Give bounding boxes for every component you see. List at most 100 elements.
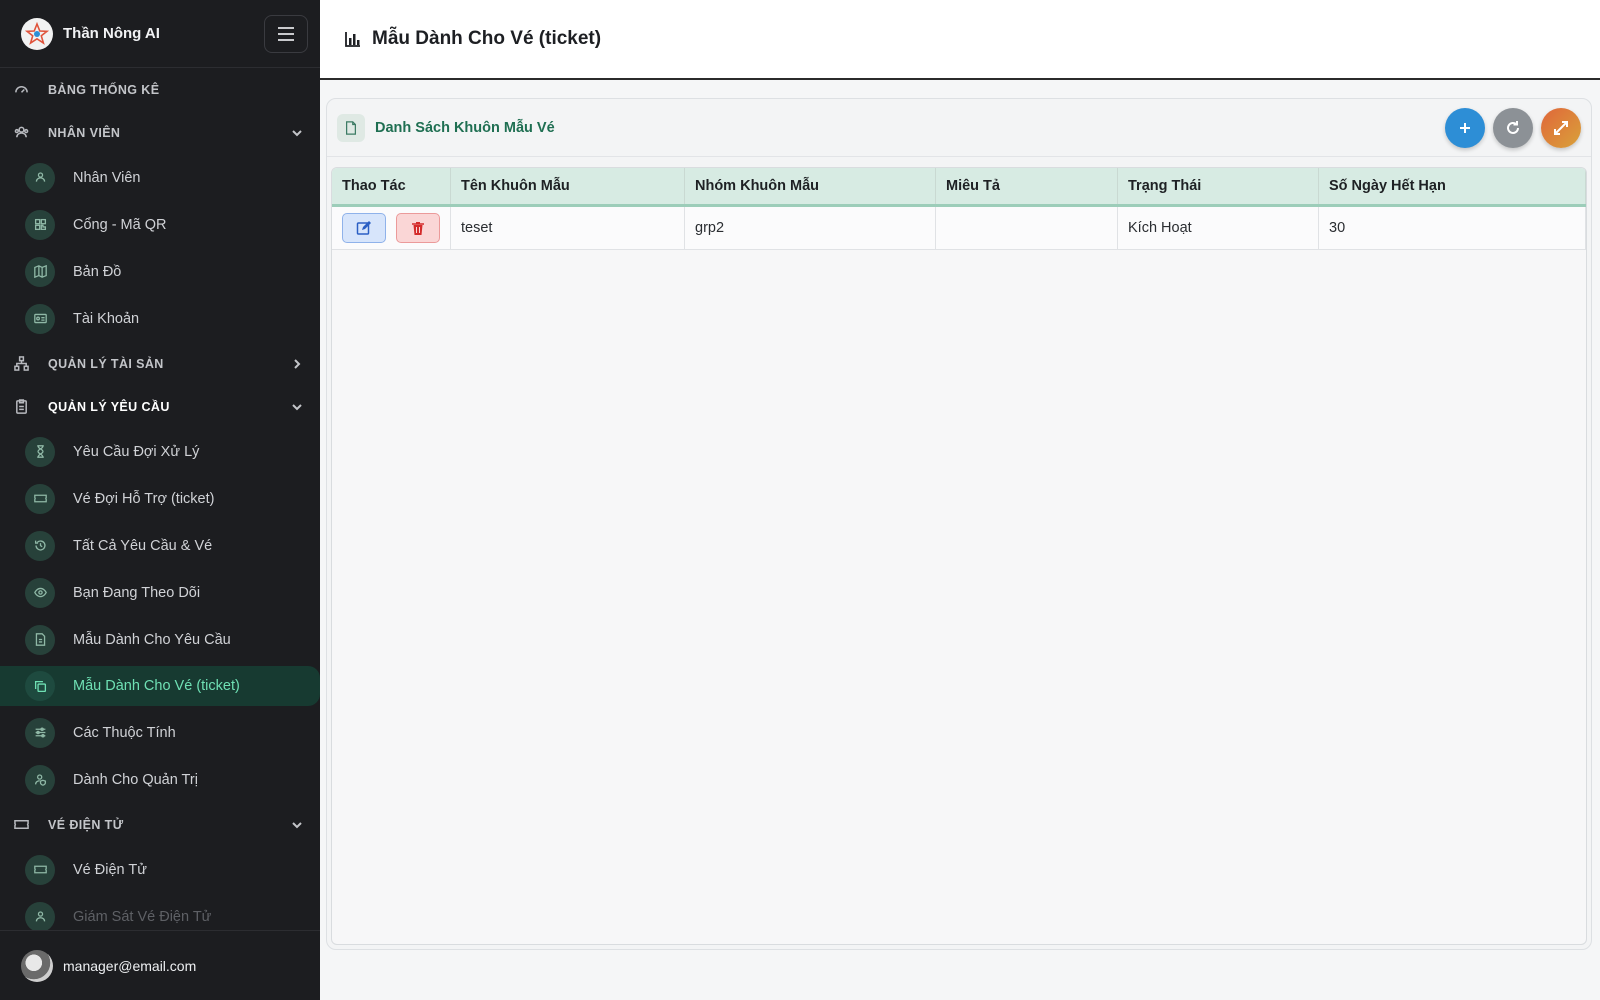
page-title: Mẫu Dành Cho Vé (ticket) [372,28,602,49]
sidebar-footer[interactable]: manager@email.com [0,930,320,1000]
sidebar-item-pending-tickets[interactable]: Vé Đợi Hỗ Trợ (ticket) [0,475,320,522]
sidebar-item-attributes[interactable]: Các Thuộc Tính [0,709,320,756]
app-title: Thần Nông AI [63,25,160,42]
table-header-row: Thao Tác Tên Khuôn Mẫu Nhóm Khuôn Mẫu Mi… [332,168,1586,207]
table-row: teset grp2 Kích Hoạt 30 [332,205,1586,250]
section-assets[interactable]: QUẢN LÝ TÀI SẢN [0,342,320,385]
templates-table: Thao Tác Tên Khuôn Mẫu Nhóm Khuôn Mẫu Mi… [332,168,1586,250]
chevron-down-icon [290,818,304,832]
actions-cell [332,205,451,250]
user-icon [25,901,55,930]
document-icon [25,624,55,655]
template-list-card: Danh Sách Khuôn Mẫu Vé Thao Tác Tên Khuô… [326,98,1592,950]
expand-icon [1554,120,1568,135]
section-label: QUẢN LÝ TÀI SẢN [48,356,164,371]
star-logo-icon [25,21,49,45]
sliders-icon [25,717,55,748]
col-template-group[interactable]: Nhóm Khuôn Mẫu [684,168,936,207]
app-logo[interactable] [21,17,53,50]
card-header: Danh Sách Khuôn Mẫu Vé [327,99,1591,157]
eye-icon [25,577,55,608]
expiry-days-cell: 30 [1318,205,1586,250]
fullscreen-button[interactable] [1541,107,1581,148]
user-email: manager@email.com [63,957,197,974]
sidebar-item-account[interactable]: Tài Khoản [0,295,320,342]
sidebar-item-following[interactable]: Bạn Đang Theo Dõi [0,569,320,616]
edit-icon [356,220,371,235]
add-template-button[interactable] [1445,107,1485,148]
users-icon [12,124,30,142]
section-dashboard[interactable]: BẢNG THỐNG KÊ [0,68,320,111]
refresh-icon [1507,120,1519,134]
template-group-cell: grp2 [684,205,936,250]
chevron-down-icon [290,400,304,414]
hourglass-icon [25,436,55,467]
sidebar-item-staff[interactable]: Nhân Viên [0,154,320,201]
qr-code-icon [25,209,55,240]
description-cell [935,205,1118,250]
sidebar: Thần Nông AI BẢNG THỐNG KÊ NHÂN VIÊN Nhâ… [0,0,320,1000]
hamburger-icon [278,26,294,41]
chevron-down-icon [290,126,304,140]
col-template-name[interactable]: Tên Khuôn Mẫu [450,168,685,207]
sidebar-item-ticket-templates[interactable]: Mẫu Dành Cho Vé (ticket) [0,666,320,706]
edit-button[interactable] [342,212,386,243]
sidebar-item-label: Cổng - Mã QR [73,216,167,233]
sidebar-item-label: Tài Khoản [73,310,140,327]
sidebar-item-qr-gate[interactable]: Cổng - Mã QR [0,201,320,248]
avatar [21,949,53,982]
sidebar-item-label: Nhân Viên [73,169,141,186]
section-label: VÉ ĐIỆN TỬ [48,817,124,832]
sidebar-item-map[interactable]: Bản Đồ [0,248,320,295]
plus-icon [1460,122,1470,133]
delete-button[interactable] [396,212,440,243]
sidebar-item-label: Vé Đợi Hỗ Trợ (ticket) [73,490,215,507]
templates-table-container: Thao Tác Tên Khuôn Mẫu Nhóm Khuôn Mẫu Mi… [331,167,1587,945]
section-label: BẢNG THỐNG KÊ [48,82,160,97]
sidebar-item-label: Vé Điện Tử [73,861,147,878]
section-label: QUẢN LÝ YÊU CẦU [48,399,170,414]
ticket-icon [12,816,30,834]
bar-chart-icon [345,32,360,47]
sidebar-item-label: Mẫu Dành Cho Yêu Cầu [73,631,231,648]
sitemap-icon [12,355,30,373]
history-icon [25,530,55,561]
sidebar-header: Thần Nông AI [0,0,320,68]
col-status[interactable]: Trạng Thái [1117,168,1319,207]
ticket-icon [25,483,55,514]
sidebar-item-label: Giám Sát Vé Điện Tử [73,908,212,925]
id-card-icon [25,303,55,334]
sidebar-item-eticket-monitor[interactable]: Giám Sát Vé Điện Tử [0,893,320,930]
hamburger-menu-button[interactable] [264,14,308,53]
sidebar-item-label: Các Thuộc Tính [73,724,176,741]
clipboard-icon [12,398,30,416]
gauge-icon [12,81,30,99]
refresh-button[interactable] [1493,107,1533,148]
section-staff[interactable]: NHÂN VIÊN [0,111,320,154]
status-cell: Kích Hoạt [1117,205,1319,250]
sidebar-item-admin[interactable]: Dành Cho Quản Trị [0,756,320,803]
col-description[interactable]: Miêu Tả [935,168,1118,207]
col-expiry-days[interactable]: Số Ngày Hết Hạn [1318,168,1586,207]
sidebar-item-eticket[interactable]: Vé Điện Tử [0,846,320,893]
top-bar: Mẫu Dành Cho Vé (ticket) [320,0,1600,80]
col-actions[interactable]: Thao Tác [332,168,451,207]
sidebar-item-label: Bản Đồ [73,263,122,280]
chevron-right-icon [290,357,304,371]
template-name-cell: teset [450,205,685,250]
section-requests[interactable]: QUẢN LÝ YÊU CẦU [0,385,320,428]
section-eticket[interactable]: VÉ ĐIỆN TỬ [0,803,320,846]
user-shield-icon [25,764,55,795]
sidebar-item-label: Yêu Cầu Đợi Xử Lý [73,443,200,460]
sidebar-item-request-templates[interactable]: Mẫu Dành Cho Yêu Cầu [0,616,320,663]
sidebar-item-pending-requests[interactable]: Yêu Cầu Đợi Xử Lý [0,428,320,475]
sidebar-item-label: Tất Cả Yêu Cầu & Vé [73,537,213,554]
sidebar-item-label: Mẫu Dành Cho Vé (ticket) [73,678,240,694]
sidebar-item-all-requests[interactable]: Tất Cả Yêu Cầu & Vé [0,522,320,569]
sidebar-nav: BẢNG THỐNG KÊ NHÂN VIÊN Nhân Viên Cổng -… [0,68,320,930]
ticket-icon [25,854,55,885]
trash-icon [412,221,424,235]
document-icon [337,113,365,142]
card-title: Danh Sách Khuôn Mẫu Vé [375,119,555,136]
users-icon [25,162,55,193]
